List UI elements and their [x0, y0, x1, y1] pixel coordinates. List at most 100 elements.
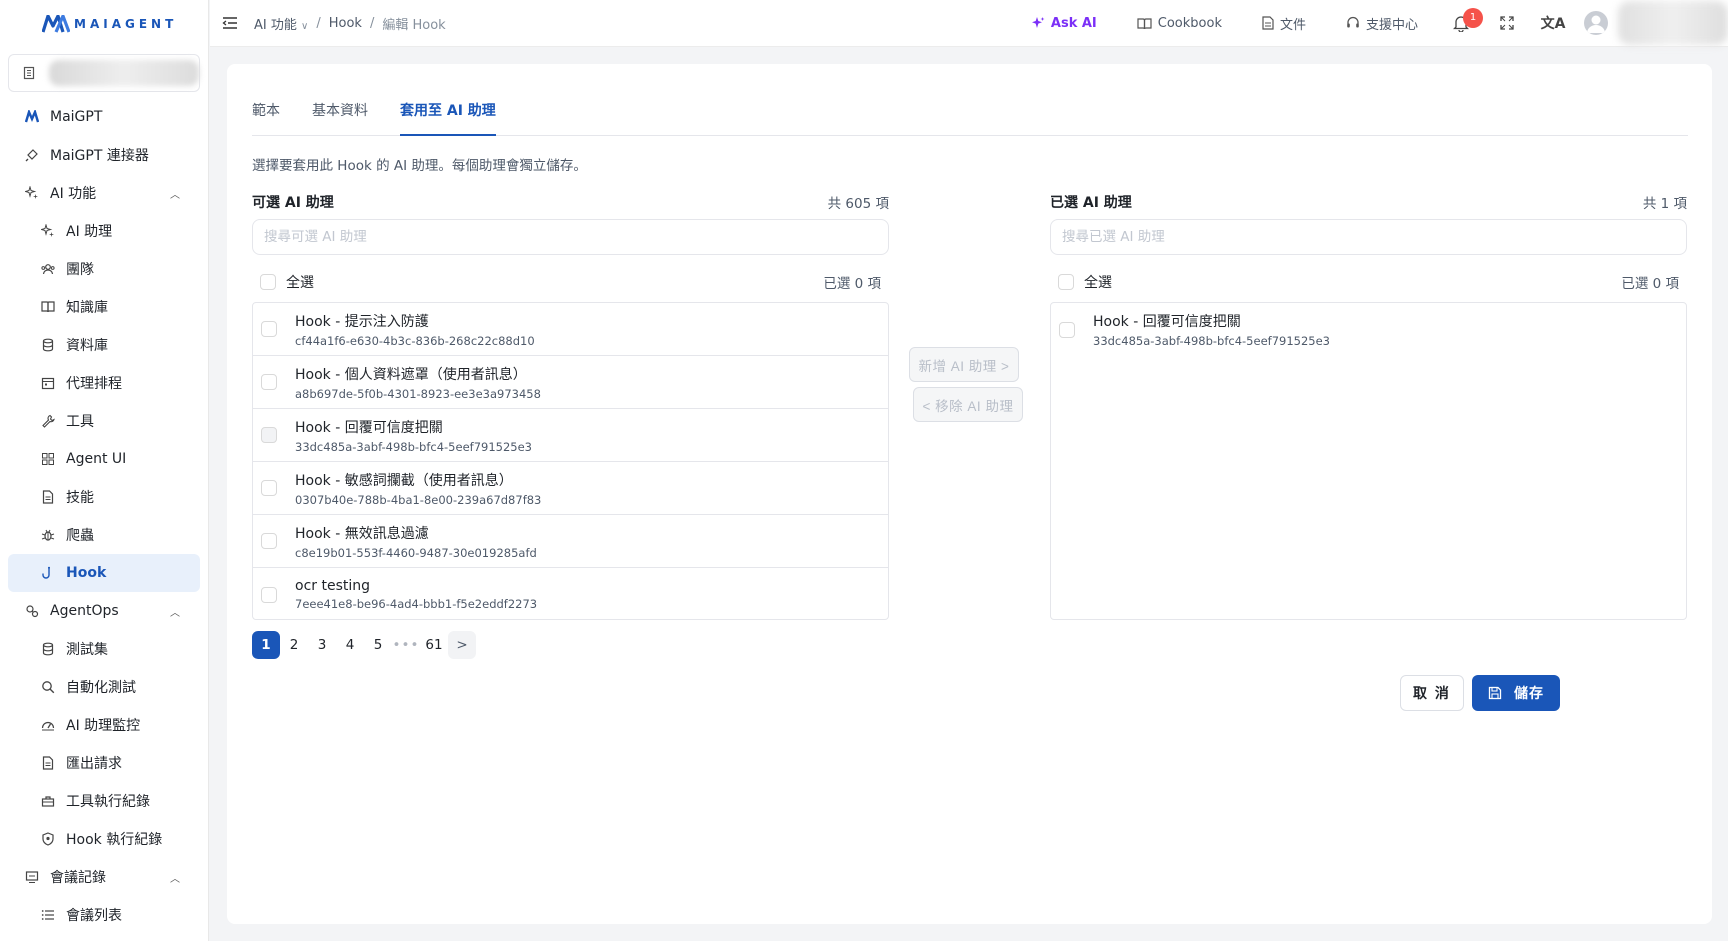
- chosen-selected-count: 已選 0 項: [1621, 276, 1679, 292]
- user-icon: [1587, 15, 1605, 33]
- sidebar-item-hook[interactable]: Hook 執行紀錄: [0, 820, 208, 858]
- available-search-input[interactable]: [252, 219, 889, 255]
- sidebar-item-15[interactable]: 自動化測試: [0, 668, 208, 706]
- organization-switcher[interactable]: [8, 54, 200, 92]
- sidebar-item-ai[interactable]: AI 助理: [0, 212, 208, 250]
- sidebar-item-11[interactable]: 爬蟲: [0, 516, 208, 554]
- sidebar-item-10[interactable]: 技能: [0, 478, 208, 516]
- chosen-search-input[interactable]: [1050, 219, 1687, 255]
- tab-0[interactable]: 範本: [252, 98, 280, 136]
- item-id: 7eee41e8-be96-4ad4-bbb1-f5e2eddf2273: [295, 597, 538, 611]
- sidebar-item-18[interactable]: 工具執行紀錄: [0, 782, 208, 820]
- add-assistant-button[interactable]: 新增 AI 助理 >: [909, 347, 1019, 382]
- item-checkbox: [261, 427, 277, 443]
- sidebar-item-5[interactable]: 知識庫: [0, 288, 208, 326]
- sparkle-icon: [24, 185, 40, 201]
- sidebar-item-label: 代理排程: [66, 376, 122, 392]
- page-button[interactable]: 4: [336, 631, 364, 659]
- available-select-all-label[interactable]: 全選: [286, 272, 314, 292]
- item-checkbox[interactable]: [261, 374, 277, 390]
- chosen-panel-header: 已選 AI 助理 共 1 項: [1050, 192, 1687, 212]
- chosen-select-all-checkbox[interactable]: [1058, 274, 1074, 290]
- chosen-total-count: 共 1 項: [1642, 196, 1687, 212]
- sparkle-icon: [40, 223, 56, 239]
- breadcrumb-hook[interactable]: Hook: [329, 16, 362, 31]
- sidebar-item-hook[interactable]: Hook: [8, 554, 200, 592]
- sidebar-item-20[interactable]: 會議記錄 ︿: [0, 858, 208, 896]
- next-page-button[interactable]: >: [448, 631, 476, 659]
- item-id: a8b697de-5f0b-4301-8923-ee3e3a973458: [295, 386, 541, 401]
- book-icon: [40, 299, 56, 315]
- list-item[interactable]: Hook - 回覆可信度把關 33dc485a-3abf-498b-bfc4-5e…: [253, 409, 888, 462]
- item-checkbox[interactable]: [261, 586, 277, 603]
- sidebar-item-agentops[interactable]: AgentOps ︿: [0, 592, 208, 630]
- page-button[interactable]: 3: [308, 631, 336, 659]
- page-button[interactable]: 5: [364, 631, 392, 659]
- team-icon: [40, 261, 56, 277]
- search-icon: [40, 679, 56, 695]
- list-item[interactable]: Hook - 提示注入防護 cf44a1f6-e630-4b3c-836b-268…: [253, 303, 888, 356]
- item-checkbox[interactable]: [261, 321, 277, 337]
- page-button[interactable]: 2: [280, 631, 308, 659]
- sidebar-item-label: AI 功能: [50, 186, 97, 202]
- breadcrumb-separator: /: [316, 15, 321, 31]
- item-checkbox[interactable]: [1059, 321, 1075, 338]
- sidebar-item-8[interactable]: 工具: [0, 402, 208, 440]
- docs-link[interactable]: 文件: [1242, 14, 1326, 33]
- tab-1[interactable]: 基本資料: [312, 98, 368, 136]
- hook-icon: [40, 565, 56, 581]
- sidebar-item-agent-ui[interactable]: Agent UI: [0, 440, 208, 478]
- sidebar-item-label: 工具: [66, 414, 94, 430]
- sidebar-item-14[interactable]: 測試集: [0, 630, 208, 668]
- page-button-last[interactable]: 61: [420, 631, 448, 659]
- page-ellipsis[interactable]: •••: [392, 631, 420, 659]
- sidebar-item-4[interactable]: 團隊: [0, 250, 208, 288]
- sidebar-item-17[interactable]: 匯出請求: [0, 744, 208, 782]
- item-text: Hook - 提示注入防護 cf44a1f6-e630-4b3c-836b-268…: [295, 311, 535, 348]
- sidebar-toggle-button[interactable]: [220, 13, 240, 33]
- chosen-select-all-label[interactable]: 全選: [1084, 272, 1112, 292]
- chosen-list: Hook - 回覆可信度把關 33dc485a-3abf-498b-bfc4-5e…: [1050, 302, 1687, 620]
- item-name: Hook - 無效訊息過濾: [295, 525, 429, 542]
- sidebar-item-ai[interactable]: AI 助理監控: [0, 706, 208, 744]
- item-id: cf44a1f6-e630-4b3c-836b-268c22c88d10: [295, 333, 535, 348]
- monitor-icon: [40, 717, 56, 733]
- meeting-icon: [24, 869, 40, 885]
- tab-2[interactable]: 套用至 AI 助理: [400, 98, 496, 136]
- support-center-link[interactable]: 支援中心: [1326, 14, 1438, 33]
- save-button[interactable]: 儲存: [1472, 675, 1560, 711]
- sidebar-item-21[interactable]: 會議列表: [0, 896, 208, 934]
- avatar[interactable]: [1584, 11, 1608, 35]
- list-item[interactable]: Hook - 敏感詞攔截（使用者訊息） 0307b40e-788b-4ba1-8e…: [253, 462, 888, 515]
- list-item[interactable]: Hook - 個人資料遮罩（使用者訊息） a8b697de-5f0b-4301-8…: [253, 356, 888, 409]
- breadcrumb-ai-features[interactable]: AI 功能 ∨: [254, 14, 308, 33]
- list-item[interactable]: Hook - 無效訊息過濾 c8e19b01-553f-4460-9487-30e…: [253, 515, 888, 568]
- sidebar-item-maigpt[interactable]: MaiGPT 連接器: [0, 136, 208, 174]
- remove-assistant-button[interactable]: < 移除 AI 助理: [913, 387, 1023, 422]
- sidebar-item-7[interactable]: 代理排程: [0, 364, 208, 402]
- page-button[interactable]: 1: [252, 631, 280, 659]
- list-item[interactable]: Hook - 回覆可信度把關 33dc485a-3abf-498b-bfc4-5e…: [1051, 303, 1686, 356]
- item-checkbox[interactable]: [261, 533, 277, 549]
- item-checkbox[interactable]: [261, 480, 277, 496]
- logo-text: MAIAGENT: [74, 17, 178, 31]
- available-select-all-checkbox[interactable]: [260, 274, 276, 290]
- language-button[interactable]: 文A: [1530, 0, 1576, 47]
- sidebar-item-maigpt[interactable]: MaiGPT: [0, 98, 208, 136]
- list-item[interactable]: ocr testing 7eee41e8-be96-4ad4-bbb1-f5e2e…: [253, 568, 888, 619]
- item-name: Hook - 敏感詞攔截（使用者訊息）: [295, 472, 513, 489]
- fullscreen-button[interactable]: [1484, 0, 1530, 47]
- sidebar-item-label: Hook: [66, 565, 107, 581]
- list-icon: [40, 907, 56, 923]
- ask-ai-button[interactable]: Ask AI: [1011, 16, 1117, 31]
- agentops-icon: [24, 603, 40, 619]
- sidebar-item-label: AI 助理監控: [66, 718, 141, 734]
- cookbook-link[interactable]: Cookbook: [1117, 16, 1242, 31]
- cancel-button[interactable]: 取 消: [1400, 675, 1464, 711]
- sidebar-item-ai[interactable]: AI 功能 ︿: [0, 174, 208, 212]
- notifications-button[interactable]: 1: [1438, 0, 1484, 47]
- sidebar-item-6[interactable]: 資料庫: [0, 326, 208, 364]
- available-panel-header: 可選 AI 助理 共 605 項: [252, 192, 889, 212]
- breadcrumb-current: 編輯 Hook: [382, 17, 446, 33]
- app-logo[interactable]: MAIAGENT: [0, 0, 208, 48]
